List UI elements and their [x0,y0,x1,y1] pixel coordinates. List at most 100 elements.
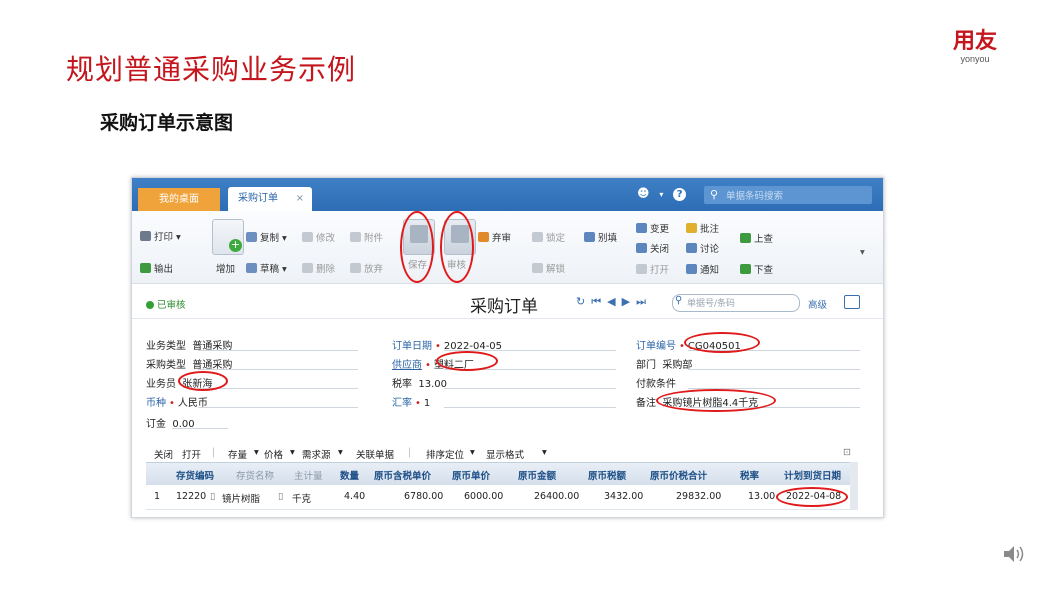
change-icon [636,223,647,233]
arrival-date-highlight-ring [776,487,848,507]
col-amount[interactable]: 原币金额 [518,468,556,482]
lookup-icon[interactable]: ▯ [278,491,283,502]
tax-rate-field[interactable]: 税率 13.00 [392,375,447,390]
document-search-input[interactable]: ⚲ 单据号/条码 [672,294,800,312]
plus-icon: + [229,238,242,252]
grid-open-button[interactable]: 打开 [182,447,201,461]
refresh-icon[interactable]: ↻ [576,295,591,308]
tab-my-desktop[interactable]: 我的桌面 [138,188,220,211]
order-number-highlight-ring [684,332,760,353]
table-row[interactable]: 1 12220 ▯ 镜片树脂 ▯ 千克 4.40 6780.00 6000.00… [146,485,858,510]
col-main-unit[interactable]: 主计量 [294,468,323,482]
chevron-down-icon[interactable]: ▾ [254,447,259,458]
col-tax-unit-price[interactable]: 原币含税单价 [374,468,431,482]
attachment-button[interactable]: 附件 [350,230,383,244]
add-button[interactable]: + [212,219,244,255]
cell-name[interactable]: 镜片树脂 [222,491,260,505]
chevron-down-icon[interactable]: ▾ [338,447,343,458]
layout-icon[interactable] [844,295,860,309]
col-total[interactable]: 原币价税合计 [650,468,707,482]
other-button[interactable]: 别填 [584,230,617,244]
logo-sub-text: yonyou [960,54,990,64]
chevron-down-icon[interactable]: ▾ [470,447,475,458]
help-icon[interactable]: ? [673,188,687,201]
chevron-down-icon[interactable]: ▾ [290,447,295,458]
grid-sort-button[interactable]: 排序定位 [426,447,464,461]
search-icon: ⚲ [675,295,683,306]
smiley-icon[interactable]: ☻ [637,186,650,200]
next-record-icon[interactable]: ▶ [622,295,636,308]
col-tax-rate[interactable]: 税率 [740,468,759,482]
yonyou-logo: 用友 yonyou [945,29,1005,65]
cell-tax-amount[interactable]: 3432.00 [604,491,643,502]
row-number: 1 [154,491,161,502]
speaker-icon[interactable] [1002,544,1026,564]
abandon-button[interactable]: 放弃 [350,261,383,275]
col-tax-amount[interactable]: 原币税额 [588,468,626,482]
cell-code[interactable]: 12220 [176,491,206,502]
first-record-icon[interactable]: ⏮ [591,295,607,308]
cell-unit-price[interactable]: 6000.00 [464,491,503,502]
unaudit-button[interactable]: 弃审 [478,230,511,244]
annotate-icon [686,223,697,233]
advanced-link[interactable]: 高级 [808,297,827,311]
paperclip-icon [350,232,361,242]
cell-tax-unit-price[interactable]: 6780.00 [404,491,443,502]
payment-terms-field[interactable]: 付款条件 [636,375,682,390]
delete-button[interactable]: 删除 [302,261,335,275]
grid-demand-source-button[interactable]: 需求源 [302,447,331,461]
last-record-icon[interactable]: ⏭ [636,295,652,308]
chevron-down-icon[interactable]: ▾ [659,190,663,199]
col-inventory-name[interactable]: 存货名称 [236,468,274,482]
col-unit-price[interactable]: 原币单价 [452,468,490,482]
export-button[interactable]: 输出 [140,261,173,275]
prev-lookup-button[interactable]: 上查 [740,231,773,245]
lookup-icon[interactable]: ▯ [210,491,215,502]
col-inventory-code[interactable]: 存货编码 [176,468,214,482]
grid-close-button[interactable]: 关闭 [154,447,173,461]
print-button[interactable]: 打印 ▾ [140,229,181,243]
barcode-search-input[interactable]: ⚲ 单据条码搜索 [704,186,872,204]
col-quantity[interactable]: 数量 [340,468,359,482]
audit-highlight-ring [440,211,474,283]
logo-main-text: 用友 [952,29,997,54]
grid-scrollbar[interactable] [850,462,858,510]
export-icon [140,263,151,273]
discuss-button[interactable]: 讨论 [686,241,719,255]
next-lookup-button[interactable]: 下查 [740,262,773,276]
cell-unit[interactable]: 千克 [292,491,311,505]
grid-display-format-button[interactable]: 显示格式 [486,447,524,461]
grid-stock-button[interactable]: 存量 [228,447,247,461]
department-field[interactable]: 部门 采购部 [636,356,692,371]
modify-button[interactable]: 修改 [302,230,335,244]
close-button[interactable]: 关闭 [636,241,669,255]
close-icon[interactable]: × [296,187,304,211]
cell-quantity[interactable]: 4.40 [344,491,365,502]
tab-purchase-order[interactable]: 采购订单 × [228,187,312,211]
notify-button[interactable]: 通知 [686,262,719,276]
toolbar-more-icon[interactable]: ▾ [860,247,865,258]
chevron-down-icon[interactable]: ▾ [542,447,547,458]
annotate-button[interactable]: 批注 [686,221,719,235]
lock-icon [532,232,543,242]
cell-amount[interactable]: 26400.00 [534,491,579,502]
document-search-placeholder: 单据号/条码 [687,299,736,309]
copy-button[interactable]: 复制 ▾ [246,230,287,244]
tab-bar: 我的桌面 采购订单 × ☻ ▾ ? ⚲ 单据条码搜索 [132,178,883,211]
unaudit-icon [478,232,489,242]
draft-button[interactable]: 草稿 ▾ [246,261,287,275]
unlock-button[interactable]: 解锁 [532,261,565,275]
grid-price-button[interactable]: 价格 [264,447,283,461]
expand-icon[interactable]: ⊡ [843,447,851,458]
exchange-rate-field[interactable]: 汇率 • 1 [392,394,430,409]
salesman-highlight-ring [178,371,228,391]
cell-tax-rate[interactable]: 13.00 [748,491,775,502]
prev-record-icon[interactable]: ◀ [607,295,621,308]
change-button[interactable]: 变更 [636,221,669,235]
lock-button[interactable]: 锁定 [532,230,565,244]
cell-total[interactable]: 29832.00 [676,491,721,502]
open-button[interactable]: 打开 [636,262,669,276]
grid-linked-docs-button[interactable]: 关联单据 [356,447,394,461]
col-planned-arrival-date[interactable]: 计划到货日期 [784,468,841,482]
up-arrow-icon [740,233,751,243]
